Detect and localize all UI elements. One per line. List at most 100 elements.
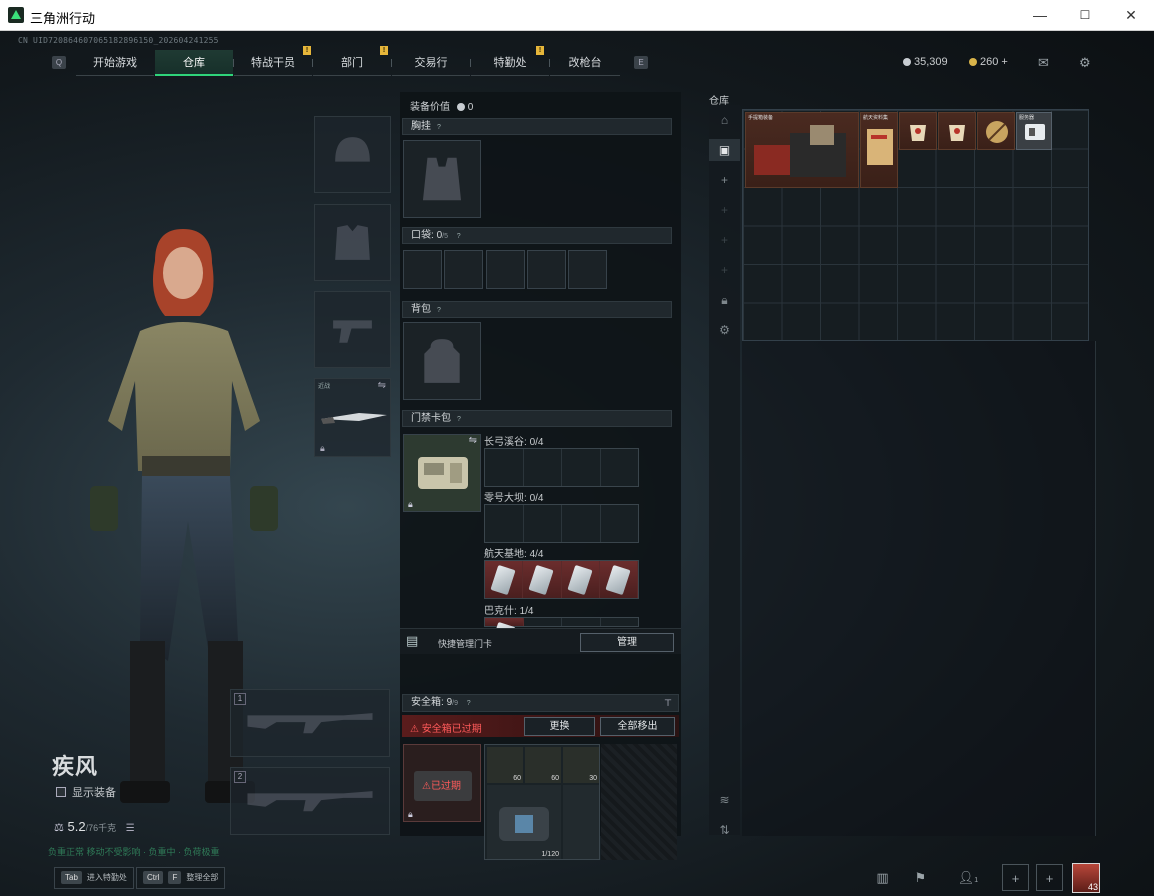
keycard-manage-icon: ▤	[406, 633, 419, 648]
help-icon[interactable]: ?	[437, 120, 441, 135]
safebox-item[interactable]: 60	[487, 747, 523, 783]
warehouse-item[interactable]	[977, 112, 1015, 150]
flag-icon[interactable]: ⚑	[907, 864, 934, 891]
minimize-button[interactable]: —	[1017, 0, 1063, 30]
settings-gear-icon[interactable]: ⚙	[709, 319, 740, 341]
safebox-grid[interactable]: 60 60 30 1/120	[484, 744, 600, 860]
invite-slot-1[interactable]: +	[1002, 864, 1029, 891]
keycard-map-3: 航天基地: 4/4	[484, 545, 543, 560]
warehouse-item[interactable]: 服务器	[1016, 112, 1052, 150]
quick-manage-label: 快捷管理门卡	[438, 639, 493, 649]
nav-next-key[interactable]: E	[634, 56, 648, 69]
replace-safebox-button[interactable]: 更换	[524, 717, 595, 736]
document-icon	[867, 129, 893, 165]
warehouse-item[interactable]	[938, 112, 976, 150]
layers-icon[interactable]: ≋	[709, 789, 740, 811]
tab-start-game[interactable]: 开始游戏	[76, 50, 154, 76]
pistol-slot[interactable]	[314, 291, 391, 368]
pocket-slot[interactable]	[486, 250, 525, 289]
safebox-item[interactable]: 30	[563, 747, 599, 783]
swap-icon[interactable]: ⇋	[378, 380, 386, 391]
lock-icon: 🔒︎	[320, 443, 325, 453]
weight-status-hint: 负重正常 移动不受影响 · 负重中 · 负荷极重	[48, 847, 220, 857]
keycard-case-label: 门禁卡包	[411, 413, 451, 424]
backpack-label: 背包	[411, 304, 431, 315]
tab-warehouse[interactable]: 仓库	[155, 50, 233, 76]
show-equipment-label: 显示装备	[72, 787, 116, 799]
pocket-slot[interactable]	[527, 250, 566, 289]
invite-slot-2[interactable]: +	[1036, 864, 1063, 891]
backpack-slot[interactable]	[403, 322, 481, 400]
add-storage-icon[interactable]: +	[709, 259, 740, 281]
safebox-slot[interactable]: ⚠已过期 🔒︎	[403, 744, 481, 822]
maximize-button[interactable]: ☐	[1062, 0, 1108, 30]
backpack-header: 背包?	[402, 301, 672, 318]
safebox-item[interactable]: 60	[525, 747, 561, 783]
help-icon[interactable]: ?	[457, 229, 461, 244]
pin-icon[interactable]: ⊤	[664, 695, 672, 711]
melee-slot[interactable]: 近战 ⇋ 🔒︎	[314, 378, 391, 457]
manage-keycards-button[interactable]: 管理	[580, 633, 674, 652]
equipment-value-label: 装备价值	[410, 102, 450, 113]
warehouse-grid[interactable]: 手提箱装备 航天资料集 服务器	[742, 109, 1089, 341]
helmet-slot[interactable]	[314, 116, 391, 193]
nav-prev-key[interactable]: Q	[52, 56, 66, 69]
shortcut-label: 整理全部	[186, 873, 219, 882]
stats-chart-icon[interactable]: ▥	[869, 864, 896, 891]
add-storage-icon[interactable]: +	[709, 169, 740, 191]
add-storage-icon[interactable]: +	[709, 229, 740, 251]
mail-icon[interactable]: ✉	[1038, 55, 1049, 71]
armor-icon	[335, 225, 370, 260]
pocket-slot[interactable]	[403, 250, 442, 289]
shortcut-special-ops[interactable]: Tab 进入特勤处	[54, 867, 134, 889]
primary-weapon-slot-1[interactable]: 1	[230, 689, 390, 757]
silver-amount: 35,309	[914, 56, 948, 68]
add-storage-icon[interactable]: +	[709, 199, 740, 221]
shortcut-label: 进入特勤处	[86, 873, 127, 882]
safebox-item-bag[interactable]: 1/120	[487, 785, 561, 859]
add-currency-button[interactable]: +	[1001, 56, 1007, 68]
warehouse-item[interactable]: 航天资料集	[860, 112, 898, 188]
help-icon[interactable]: ?	[457, 412, 461, 427]
pocket-slot[interactable]	[444, 250, 483, 289]
chest-rig-slot[interactable]	[403, 140, 481, 218]
tab-gunsmith[interactable]: 改枪台	[550, 50, 620, 76]
keycard-grid-1[interactable]	[484, 448, 639, 487]
help-icon[interactable]: ?	[467, 696, 471, 712]
teacup-icon	[949, 125, 965, 141]
help-icon[interactable]: ?	[437, 303, 441, 318]
swap-icon[interactable]: ⇋	[469, 435, 477, 446]
teacup-icon	[910, 125, 926, 141]
safebox-item[interactable]	[563, 785, 599, 859]
keycard-grid-2[interactable]	[484, 504, 639, 543]
keycard-case-slot[interactable]: ⇋ 🔒︎	[403, 434, 481, 512]
sort-icon[interactable]: ⇅	[709, 819, 740, 841]
weight-details-icon[interactable]: ☰	[126, 823, 135, 834]
users-icon: 👤︎	[957, 870, 975, 885]
move-all-out-button[interactable]: 全部移出	[600, 717, 675, 736]
shortcut-sort-all[interactable]: Ctrl F 整理全部	[136, 867, 226, 889]
player-avatar[interactable]: 43	[1072, 863, 1100, 893]
keycard-grid-4[interactable]	[484, 617, 639, 627]
map-name: 零号大坝:	[484, 493, 527, 504]
show-equipment-toggle[interactable]: 显示装备	[56, 784, 116, 800]
pocket-slot[interactable]	[568, 250, 607, 289]
primary-weapon-slot-2[interactable]: 2	[230, 767, 390, 835]
warehouse-item[interactable]: 手提箱装备	[745, 112, 859, 188]
map-count: 0/4	[529, 437, 544, 448]
lock-icon[interactable]: 🔒︎	[709, 289, 740, 311]
body-armor-slot[interactable]	[314, 204, 391, 281]
item-count: 30	[589, 775, 597, 782]
carry-weight: ⚖ 5.2/76千克 ☰	[54, 819, 135, 834]
party-members[interactable]: 👤︎1	[950, 864, 986, 891]
checkbox[interactable]	[56, 787, 66, 797]
gold-currency[interactable]: 260 +	[969, 56, 1008, 68]
warehouse-storage-icon[interactable]: ▣	[709, 139, 740, 161]
warehouse-item[interactable]	[899, 112, 937, 150]
tab-operators[interactable]: 特战干员	[234, 50, 312, 76]
close-button[interactable]: ✕	[1108, 0, 1154, 30]
keycard-grid-3[interactable]	[484, 560, 639, 599]
warehouse-home-icon[interactable]: ⌂	[709, 109, 740, 131]
settings-gear-icon[interactable]: ⚙	[1079, 55, 1091, 71]
tab-trading[interactable]: 交易行	[392, 50, 470, 76]
